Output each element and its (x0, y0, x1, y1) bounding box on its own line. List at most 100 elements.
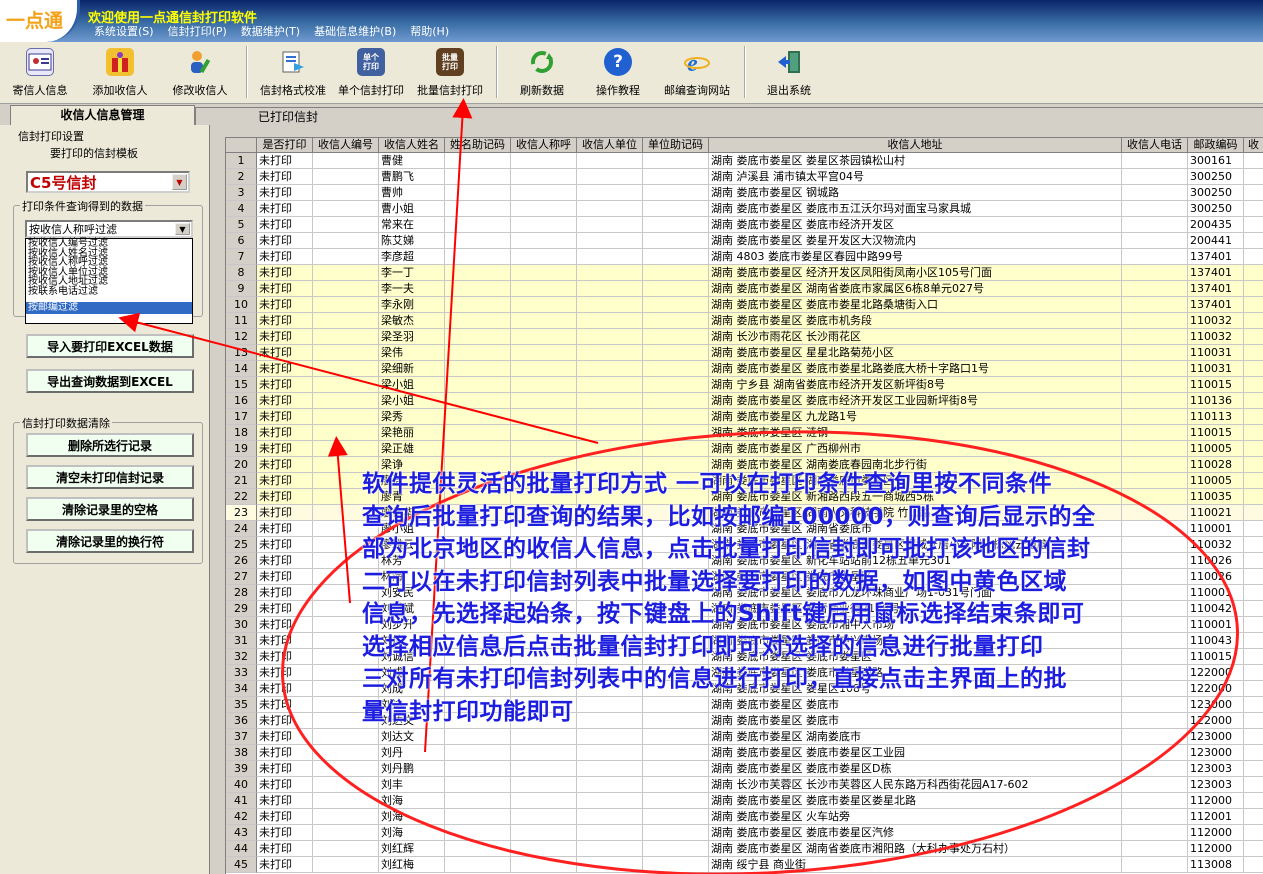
table-cell[interactable] (577, 793, 643, 809)
cell-status[interactable]: 未打印 (257, 777, 313, 793)
table-cell[interactable] (313, 793, 379, 809)
cell-addr[interactable]: 湖南 娄底市娄星区 娄底市娄星北路桑塘街入口 (709, 297, 1122, 313)
table-cell[interactable] (511, 233, 577, 249)
cell-addr[interactable]: 湖南 娄底市娄星区 星星北路菊苑小区 (709, 345, 1122, 361)
cell-status[interactable]: 未打印 (257, 857, 313, 873)
table-cell[interactable] (577, 249, 643, 265)
table-cell[interactable] (643, 281, 709, 297)
table-row[interactable]: 15 未打印 梁小姐 湖南 宁乡县 湖南省娄底市经济开发区新坪街8号 110015 (226, 377, 1263, 393)
cell-status[interactable]: 未打印 (257, 537, 313, 553)
table-cell[interactable] (643, 265, 709, 281)
table-cell[interactable] (1244, 441, 1263, 457)
row-number[interactable]: 37 (226, 729, 257, 745)
table-cell[interactable] (445, 217, 511, 233)
table-cell[interactable] (1244, 393, 1263, 409)
table-row[interactable]: 16 未打印 梁小姐 湖南 娄底市娄星区 娄底市经济开发区工业园新坪街8号 110136 (226, 393, 1263, 409)
row-number[interactable]: 24 (226, 521, 257, 537)
column-header[interactable]: 单位助记码 (643, 138, 709, 153)
table-cell[interactable] (511, 361, 577, 377)
table-cell[interactable] (643, 185, 709, 201)
cell-addr[interactable]: 湖南 娄底市娄星区 娄底市娄星区汽修 (709, 825, 1122, 841)
table-cell[interactable] (643, 217, 709, 233)
filter-option[interactable]: 按联系电话过滤 (26, 286, 192, 297)
cell-name[interactable]: 李永刚 (379, 297, 445, 313)
cell-status[interactable]: 未打印 (257, 473, 313, 489)
row-number[interactable]: 17 (226, 409, 257, 425)
clear-unprinted-button[interactable]: 清空未打印信封记录 (26, 465, 194, 489)
table-cell[interactable] (1244, 265, 1263, 281)
table-cell[interactable] (1244, 361, 1263, 377)
cell-zip[interactable]: 110032 (1188, 329, 1244, 345)
filter-option-selected[interactable]: 按邮编过滤 (26, 302, 192, 314)
column-header[interactable]: 收信人编号 (313, 138, 379, 153)
table-cell[interactable] (1122, 793, 1188, 809)
cell-zip[interactable]: 123003 (1188, 761, 1244, 777)
cell-addr[interactable]: 湖南 娄底市娄星区 火车站旁 (709, 809, 1122, 825)
row-number[interactable]: 41 (226, 793, 257, 809)
cell-zip[interactable]: 112001 (1188, 809, 1244, 825)
table-row[interactable]: 45 未打印 刘红梅 湖南 绥宁县 商业街 113008 (226, 857, 1263, 873)
cell-zip[interactable]: 300161 (1188, 153, 1244, 169)
cell-zip[interactable]: 110015 (1188, 425, 1244, 441)
table-cell[interactable] (445, 169, 511, 185)
table-cell[interactable] (577, 393, 643, 409)
table-cell[interactable] (313, 409, 379, 425)
table-cell[interactable] (313, 761, 379, 777)
cell-name[interactable]: 曹帅 (379, 185, 445, 201)
table-cell[interactable] (643, 345, 709, 361)
cell-status[interactable]: 未打印 (257, 713, 313, 729)
row-number[interactable]: 15 (226, 377, 257, 393)
cell-status[interactable]: 未打印 (257, 505, 313, 521)
cell-status[interactable]: 未打印 (257, 185, 313, 201)
row-number[interactable]: 39 (226, 761, 257, 777)
table-cell[interactable] (511, 281, 577, 297)
cell-status[interactable]: 未打印 (257, 265, 313, 281)
table-cell[interactable] (511, 313, 577, 329)
cell-zip[interactable]: 300250 (1188, 169, 1244, 185)
table-cell[interactable] (1122, 217, 1188, 233)
table-cell[interactable] (577, 361, 643, 377)
column-header[interactable]: 姓名助记码 (445, 138, 511, 153)
cell-status[interactable]: 未打印 (257, 745, 313, 761)
cell-status[interactable]: 未打印 (257, 409, 313, 425)
table-cell[interactable] (313, 233, 379, 249)
column-header[interactable]: 收 (1244, 138, 1263, 153)
cell-status[interactable]: 未打印 (257, 345, 313, 361)
table-cell[interactable] (643, 761, 709, 777)
table-row[interactable]: 1 未打印 曹健 湖南 娄底市娄星区 娄星区茶园镇松山村 300161 (226, 153, 1263, 169)
cell-name[interactable]: 梁小姐 (379, 377, 445, 393)
table-cell[interactable] (577, 777, 643, 793)
table-cell[interactable] (643, 729, 709, 745)
table-row[interactable]: 41 未打印 刘海 湖南 娄底市娄星区 娄底市娄星区娄星北路 112000 (226, 793, 1263, 809)
table-row[interactable]: 8 未打印 李一丁 湖南 娄底市娄星区 经济开发区凤阳街凤南小区105号门面 13740… (226, 265, 1263, 281)
table-cell[interactable] (577, 345, 643, 361)
table-row[interactable]: 14 未打印 梁细新 湖南 娄底市娄星区 娄底市娄星北路娄底大桥十字路口1号 11003… (226, 361, 1263, 377)
cell-status[interactable]: 未打印 (257, 201, 313, 217)
cell-addr[interactable]: 湖南 绥宁县 商业街 (709, 857, 1122, 873)
row-number[interactable]: 44 (226, 841, 257, 857)
cell-zip[interactable]: 110031 (1188, 361, 1244, 377)
cell-status[interactable]: 未打印 (257, 313, 313, 329)
table-row[interactable]: 5 未打印 常来在 湖南 娄底市娄星区 娄底市经济开发区 200435 (226, 217, 1263, 233)
table-row[interactable]: 38 未打印 刘丹 湖南 娄底市娄星区 娄底市娄星区工业园 123000 (226, 745, 1263, 761)
menu-help[interactable]: 帮助(H) (404, 23, 455, 41)
row-number[interactable]: 35 (226, 697, 257, 713)
table-cell[interactable] (1122, 153, 1188, 169)
table-cell[interactable] (511, 761, 577, 777)
table-cell[interactable] (445, 777, 511, 793)
cell-status[interactable]: 未打印 (257, 793, 313, 809)
cell-addr[interactable]: 湖南 娄底市娄星区 涟钢 (709, 425, 1122, 441)
table-cell[interactable] (445, 841, 511, 857)
table-row[interactable]: 6 未打印 陈艾娣 湖南 娄底市娄星区 娄星开发区大汉物流内 200441 (226, 233, 1263, 249)
cell-addr[interactable]: 湖南 长沙市雨花区 长沙雨花区 (709, 329, 1122, 345)
table-cell[interactable] (1244, 729, 1263, 745)
table-row[interactable]: 2 未打印 曹鹏飞 湖南 泸溪县 浦市镇太平宫04号 300250 (226, 169, 1263, 185)
row-number[interactable]: 5 (226, 217, 257, 233)
table-cell[interactable] (643, 201, 709, 217)
table-cell[interactable] (313, 217, 379, 233)
table-cell[interactable] (577, 329, 643, 345)
table-cell[interactable] (313, 265, 379, 281)
table-cell[interactable] (511, 345, 577, 361)
cell-zip[interactable]: 137401 (1188, 265, 1244, 281)
cell-status[interactable]: 未打印 (257, 233, 313, 249)
